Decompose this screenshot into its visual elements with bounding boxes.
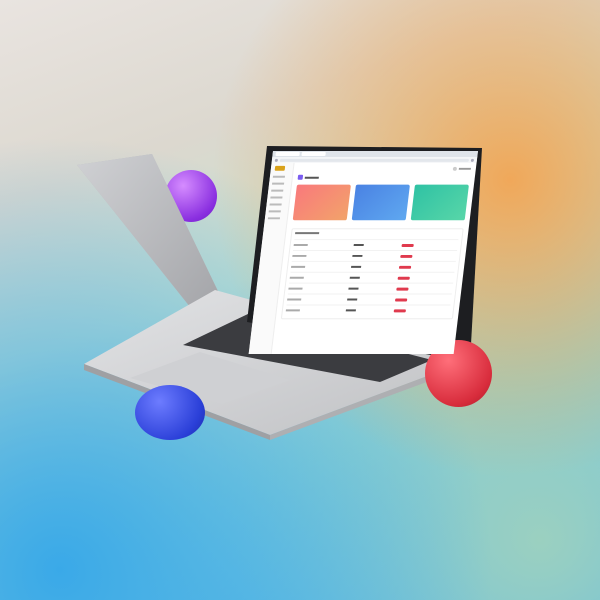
- blue-sphere: [135, 385, 205, 440]
- status-badge[interactable]: [396, 287, 409, 291]
- data-table: [280, 228, 464, 320]
- table-row: [290, 260, 456, 272]
- sidebar-item[interactable]: [271, 189, 284, 192]
- cell-name: [292, 254, 307, 257]
- cell-name: [290, 265, 306, 268]
- cell-value: [347, 298, 358, 301]
- page-title: [297, 174, 471, 180]
- table-row: [285, 304, 451, 316]
- dashboard-icon: [297, 174, 304, 180]
- sidebar-item[interactable]: [269, 203, 282, 206]
- app-body: [248, 162, 477, 354]
- summary-card[interactable]: [292, 184, 351, 221]
- page-title-text: [304, 176, 319, 179]
- sidebar-item[interactable]: [272, 175, 286, 178]
- summary-cards: [292, 184, 469, 221]
- status-badge[interactable]: [401, 243, 414, 247]
- back-icon[interactable]: [274, 158, 279, 162]
- table-row: [291, 250, 458, 261]
- cell-value: [352, 254, 363, 257]
- summary-card[interactable]: [351, 184, 410, 221]
- cell-name: [285, 309, 300, 312]
- avatar[interactable]: [452, 166, 458, 171]
- sidebar-item[interactable]: [267, 217, 281, 220]
- menu-icon[interactable]: [470, 158, 475, 162]
- user-name[interactable]: [458, 167, 471, 170]
- cell-value: [348, 287, 359, 290]
- cell-value: [350, 265, 362, 268]
- scene: [0, 0, 600, 600]
- cell-value: [353, 244, 364, 247]
- laptop-screen: [248, 151, 478, 354]
- sidebar-item[interactable]: [270, 196, 283, 199]
- app-logo: [274, 165, 286, 171]
- status-badge[interactable]: [398, 265, 412, 269]
- cell-name: [287, 298, 302, 301]
- table-row: [286, 293, 452, 305]
- browser-tab[interactable]: [301, 151, 326, 156]
- top-bar: [299, 166, 472, 172]
- table-row: [287, 282, 454, 294]
- sidebar-item[interactable]: [271, 182, 285, 185]
- sidebar-item[interactable]: [268, 210, 281, 213]
- browser-tab[interactable]: [275, 151, 300, 156]
- url-input[interactable]: [279, 158, 470, 162]
- summary-card[interactable]: [410, 184, 469, 221]
- cell-name: [288, 287, 303, 290]
- main-content: [272, 163, 477, 354]
- status-badge[interactable]: [397, 276, 410, 280]
- status-badge[interactable]: [393, 308, 407, 312]
- cell-name: [293, 244, 308, 247]
- table-title: [295, 232, 320, 235]
- status-badge[interactable]: [400, 254, 413, 258]
- cell-name: [289, 276, 304, 279]
- table-row: [289, 271, 455, 283]
- table-row: [293, 239, 459, 250]
- cell-value: [345, 309, 356, 312]
- status-badge[interactable]: [395, 298, 408, 301]
- cell-value: [349, 276, 360, 279]
